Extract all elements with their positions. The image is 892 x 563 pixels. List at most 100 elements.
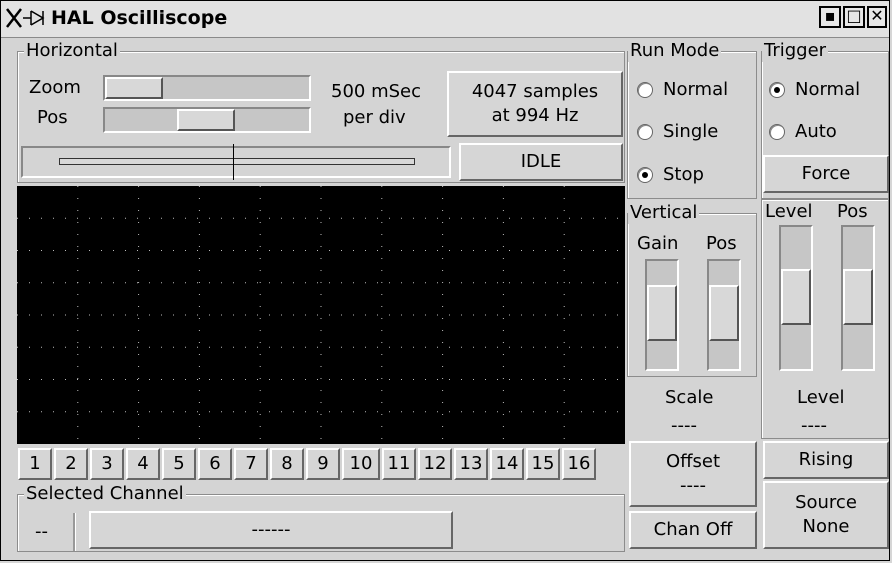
channel-button-label: 7 bbox=[245, 453, 257, 474]
trigger-edge-button[interactable]: Rising bbox=[763, 441, 889, 479]
offset-value: ---- bbox=[680, 475, 706, 496]
maximize-button[interactable]: □ bbox=[843, 6, 865, 28]
channel-button-label: 13 bbox=[459, 453, 483, 474]
scale-value: ---- bbox=[671, 415, 697, 436]
channel-button-label: 6 bbox=[209, 453, 221, 474]
horizontal-pos-slider[interactable] bbox=[103, 107, 311, 133]
channel-button-label: 12 bbox=[423, 453, 447, 474]
minimize-button[interactable]: ▪ bbox=[819, 6, 841, 28]
radio-icon bbox=[637, 81, 653, 98]
trigger-pos-slider-thumb[interactable] bbox=[843, 269, 873, 325]
channel-button-3[interactable]: 3 bbox=[90, 448, 124, 480]
force-trigger-button[interactable]: Force bbox=[763, 155, 889, 193]
sample-rate: at 994 Hz bbox=[491, 105, 579, 126]
channel-button-12[interactable]: 12 bbox=[418, 448, 452, 480]
run-mode-single-label: Single bbox=[663, 121, 719, 142]
channel-button-label: 1 bbox=[29, 453, 41, 474]
radio-selected-icon bbox=[637, 166, 653, 183]
trigger-source-button[interactable]: Source None bbox=[763, 481, 889, 549]
selected-channel-name: ------ bbox=[251, 519, 291, 540]
trigger-normal-radio[interactable]: Normal bbox=[769, 79, 860, 100]
run-mode-normal-radio[interactable]: Normal bbox=[637, 79, 728, 100]
gain-header: Gain bbox=[637, 233, 679, 254]
record-window-indicator bbox=[59, 158, 415, 165]
trigger-auto-label: Auto bbox=[795, 121, 837, 142]
run-mode-legend: Run Mode bbox=[628, 40, 722, 62]
channel-divider bbox=[73, 513, 76, 551]
channel-button-7[interactable]: 7 bbox=[234, 448, 268, 480]
channel-button-9[interactable]: 9 bbox=[306, 448, 340, 480]
title-bar[interactable]: HAL Oscilliscope ▪ □ ✕ bbox=[1, 1, 889, 38]
trigger-pos-slider[interactable] bbox=[841, 225, 875, 371]
channel-button-label: 4 bbox=[137, 453, 149, 474]
pos-label: Pos bbox=[37, 107, 68, 128]
maximize-icon: □ bbox=[846, 6, 862, 25]
trigger-source-label: Source bbox=[795, 492, 857, 513]
channel-button-11[interactable]: 11 bbox=[382, 448, 416, 480]
run-mode-single-radio[interactable]: Single bbox=[637, 121, 718, 142]
trigger-level-label: Level bbox=[797, 387, 845, 408]
channel-button-15[interactable]: 15 bbox=[526, 448, 560, 480]
channel-button-4[interactable]: 4 bbox=[126, 448, 160, 480]
channel-button-10[interactable]: 10 bbox=[342, 448, 380, 480]
gain-slider[interactable] bbox=[645, 259, 679, 371]
samples-rate-button[interactable]: 4047 samples at 994 Hz bbox=[447, 71, 623, 137]
channel-button-label: 15 bbox=[531, 453, 555, 474]
status-text: IDLE bbox=[520, 151, 562, 172]
channel-button-16[interactable]: 16 bbox=[562, 448, 596, 480]
channel-button-1[interactable]: 1 bbox=[18, 448, 52, 480]
trigger-level-value: ---- bbox=[801, 415, 827, 436]
channel-button-8[interactable]: 8 bbox=[270, 448, 304, 480]
channel-button-label: 10 bbox=[349, 453, 373, 474]
vertical-pos-slider-thumb[interactable] bbox=[709, 285, 739, 341]
selected-channel-number: -- bbox=[35, 521, 48, 542]
time-per-div-unit: per div bbox=[343, 107, 406, 128]
channel-button-5[interactable]: 5 bbox=[162, 448, 196, 480]
selected-channel-name-button[interactable]: ------ bbox=[89, 511, 453, 549]
offset-label: Offset bbox=[665, 451, 721, 472]
zoom-slider-thumb[interactable] bbox=[105, 77, 163, 99]
chan-off-button[interactable]: Chan Off bbox=[629, 511, 757, 549]
zoom-label: Zoom bbox=[29, 77, 81, 98]
radio-icon bbox=[637, 123, 653, 140]
trigger-auto-radio[interactable]: Auto bbox=[769, 121, 837, 142]
channel-button-13[interactable]: 13 bbox=[454, 448, 488, 480]
hal-logo-icon bbox=[6, 8, 45, 28]
waveform-display[interactable] bbox=[17, 186, 625, 444]
channel-button-14[interactable]: 14 bbox=[490, 448, 524, 480]
close-icon: ✕ bbox=[870, 6, 884, 25]
zoom-slider[interactable] bbox=[103, 75, 311, 101]
radio-icon bbox=[769, 123, 785, 140]
close-button[interactable]: ✕ bbox=[867, 6, 887, 28]
vertical-pos-header: Pos bbox=[706, 233, 737, 254]
channel-button-label: 14 bbox=[495, 453, 519, 474]
vertical-legend: Vertical bbox=[628, 202, 700, 224]
vertical-pos-slider[interactable] bbox=[707, 259, 741, 371]
channel-button-label: 11 bbox=[387, 453, 411, 474]
selected-channel-legend: Selected Channel bbox=[24, 483, 186, 505]
channel-button-label: 5 bbox=[173, 453, 185, 474]
trigger-level-slider-thumb[interactable] bbox=[781, 269, 811, 325]
channel-button-label: 9 bbox=[317, 453, 329, 474]
channel-button-2[interactable]: 2 bbox=[54, 448, 88, 480]
channel-button-label: 8 bbox=[281, 453, 293, 474]
record-position-bar[interactable] bbox=[21, 144, 451, 180]
trigger-level-header: Level bbox=[765, 201, 813, 222]
offset-button[interactable]: Offset ---- bbox=[629, 441, 757, 507]
trigger-edge-label: Rising bbox=[798, 449, 854, 470]
trigger-marker bbox=[233, 144, 234, 180]
run-mode-stop-label: Stop bbox=[663, 164, 704, 185]
scale-label: Scale bbox=[665, 387, 714, 408]
channel-button-label: 16 bbox=[567, 453, 591, 474]
gain-slider-thumb[interactable] bbox=[647, 285, 677, 341]
channel-button-6[interactable]: 6 bbox=[198, 448, 232, 480]
trigger-pos-header: Pos bbox=[837, 201, 868, 222]
horizontal-pos-slider-thumb[interactable] bbox=[177, 109, 235, 131]
window-title: HAL Oscilliscope bbox=[51, 7, 228, 29]
run-mode-stop-radio[interactable]: Stop bbox=[637, 164, 704, 185]
time-per-div: 500 mSec bbox=[331, 81, 422, 102]
trigger-legend: Trigger bbox=[762, 40, 829, 62]
trigger-source-value: None bbox=[802, 516, 850, 537]
trigger-level-slider[interactable] bbox=[779, 225, 813, 371]
radio-selected-icon bbox=[769, 81, 785, 98]
